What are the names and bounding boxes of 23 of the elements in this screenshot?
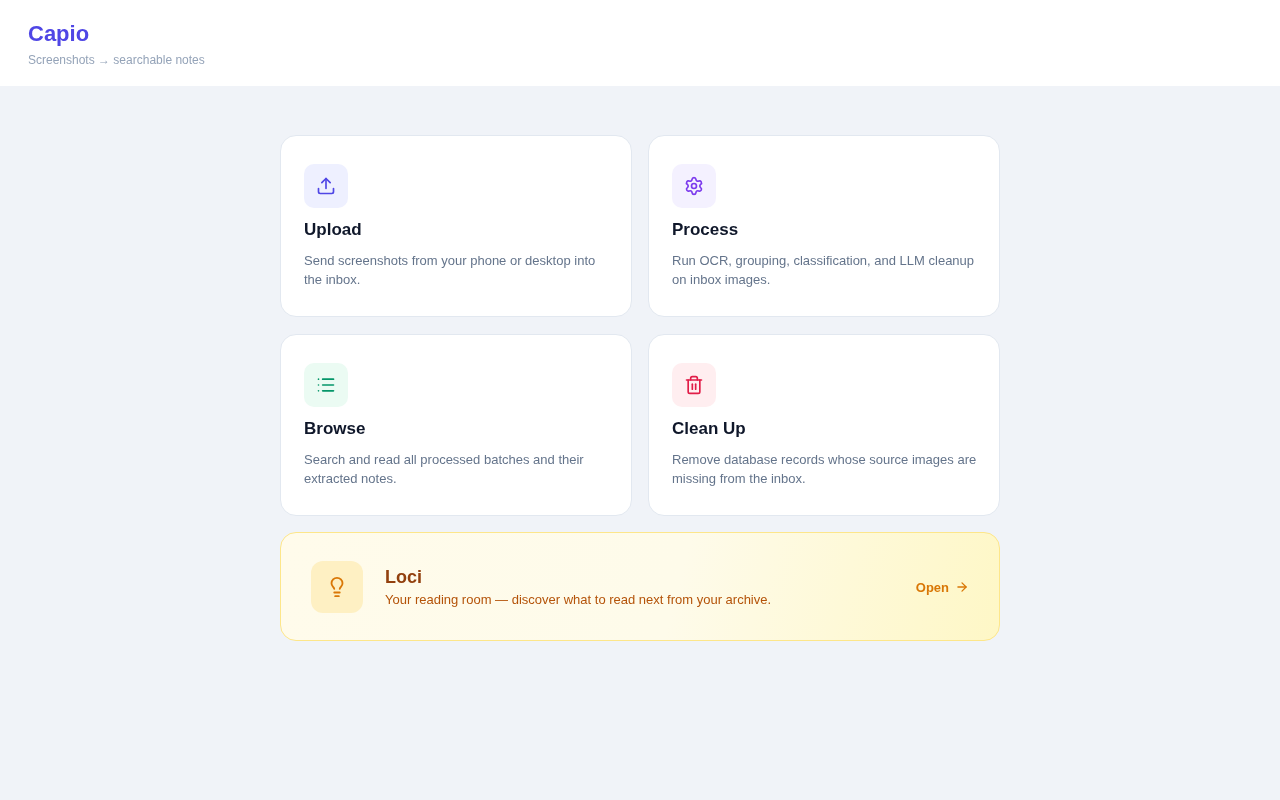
card-title: Clean Up: [672, 419, 746, 439]
card-description: Remove database records whose source images are missing from the inbox.: [672, 451, 978, 488]
feature-card[interactable]: Clean Up Remove database records whose source images are missing from the inbox.: [648, 334, 1000, 516]
card-description: Send screenshots from your phone or desktop into the inbox.: [304, 252, 597, 289]
feature-card[interactable]: Browse Search and read all processed batches and their extracted notes.: [280, 334, 632, 516]
gear-icon: [672, 164, 716, 208]
trash-icon: [672, 363, 716, 407]
reading-room-banner[interactable]: Loci Your reading room — discover what to read next from your archive. Open: [280, 532, 1000, 641]
app-subtitle: Screenshots → searchable notes: [28, 53, 205, 67]
upload-icon: [304, 164, 348, 208]
feature-card[interactable]: Process Run OCR, grouping, classification, and LLM cleanup on inbox images.: [648, 135, 1000, 317]
feature-card[interactable]: Upload Send screenshots from your phone or desktop into the inbox.: [280, 135, 632, 317]
card-title: Browse: [304, 419, 366, 439]
app-title: Capio: [28, 21, 90, 47]
banner-description: Your reading room — discover what to read next from your archive.: [385, 591, 772, 608]
card-title: Process: [672, 220, 739, 240]
banner-title: Loci: [385, 566, 422, 588]
card-description: Run OCR, grouping, classification, and LLM cleanup on inbox images.: [672, 252, 976, 289]
list-icon: [304, 363, 348, 407]
card-description: Search and read all processed batches and their extracted notes.: [304, 451, 585, 488]
card-title: Upload: [304, 220, 362, 240]
arrow-right-icon: [955, 580, 969, 594]
lightbulb-icon: [311, 561, 363, 613]
